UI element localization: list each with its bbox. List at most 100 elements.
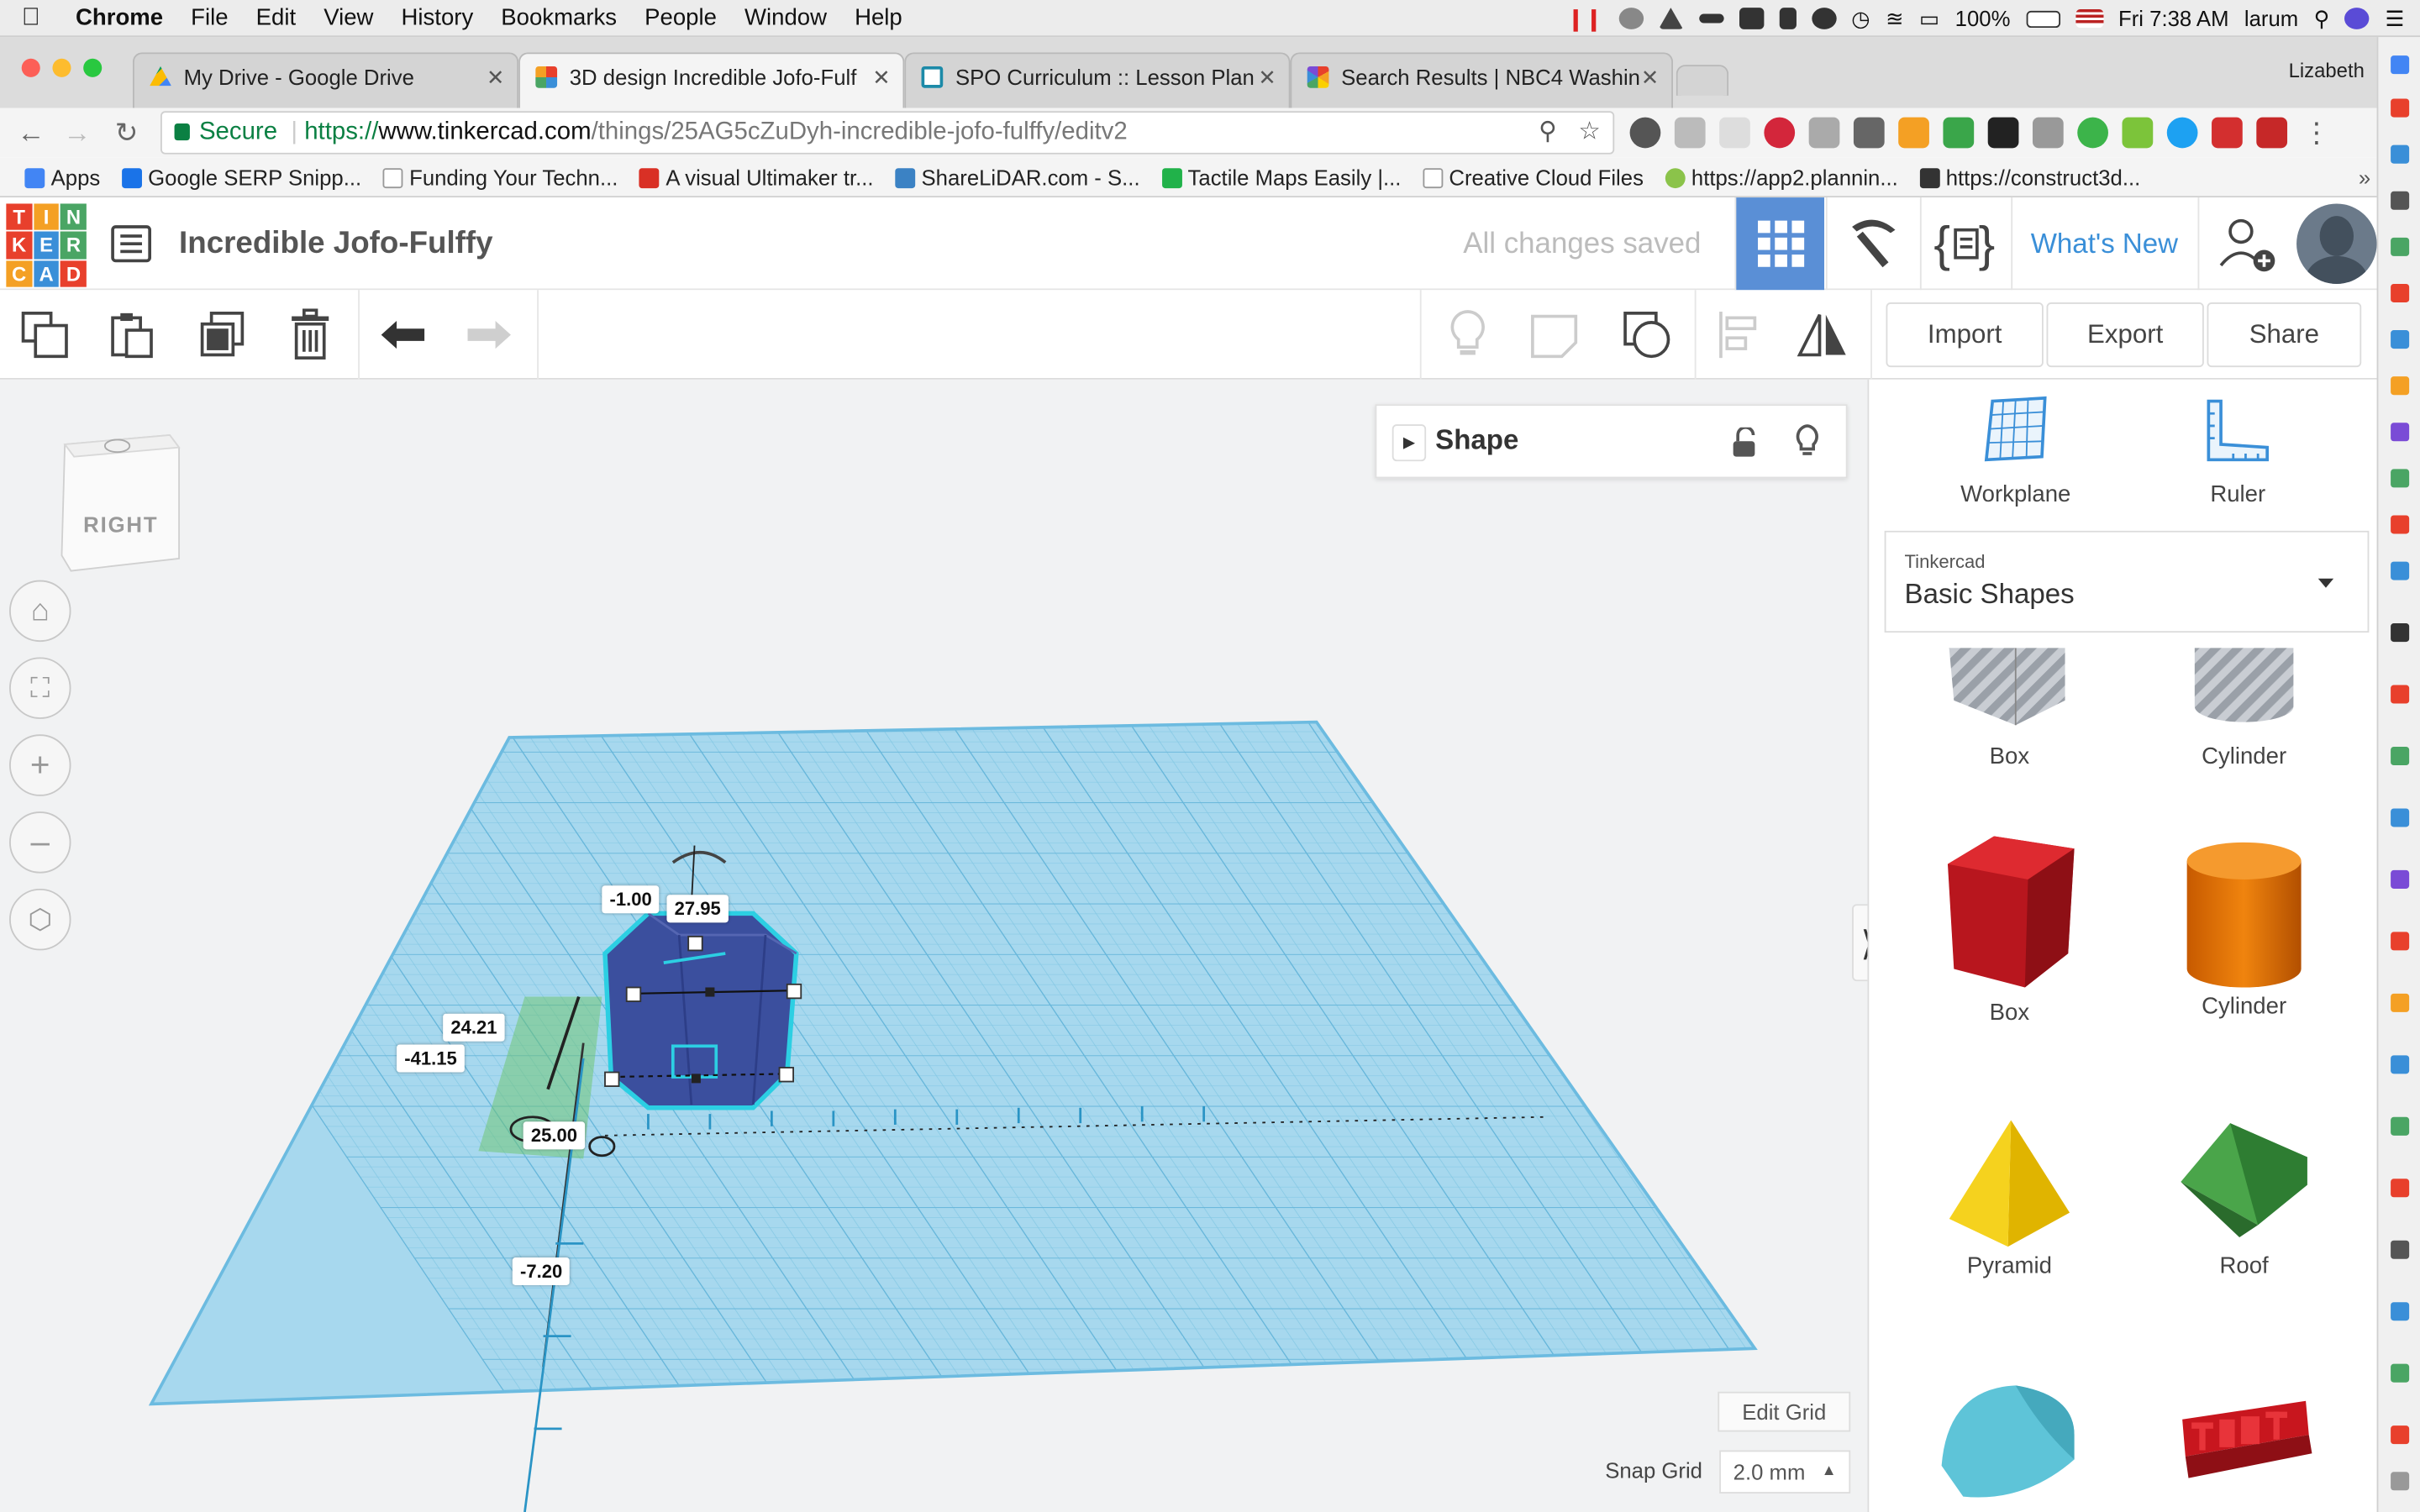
shape-library-select[interactable]: Tinkercad Basic Shapes xyxy=(1884,530,2370,633)
bookmark-funding[interactable]: Funding Your Techn... xyxy=(382,165,618,189)
close-window-button[interactable] xyxy=(21,58,40,77)
siri-icon[interactable] xyxy=(2344,8,2370,29)
address-bar[interactable]: Secure | https://www.tinkercad.com/thing… xyxy=(160,111,1615,155)
download-icon[interactable] xyxy=(2122,117,2154,149)
bookmark-tactile-maps[interactable]: Tactile Maps Easily |... xyxy=(1161,165,1401,189)
tinkercad-logo[interactable]: T I N K E R C A D xyxy=(6,203,87,287)
wifi-icon[interactable]: ≊ xyxy=(1886,5,1904,31)
export-button[interactable]: Export xyxy=(2046,302,2204,368)
rotation-value[interactable]: -1.00 xyxy=(602,885,660,914)
camera-icon[interactable] xyxy=(2032,117,2064,149)
menu-help[interactable]: Help xyxy=(841,5,917,31)
import-button[interactable]: Import xyxy=(1886,302,2044,368)
download-icon[interactable] xyxy=(2077,117,2108,149)
menu-history[interactable]: History xyxy=(387,5,487,31)
whats-new-link[interactable]: What's New xyxy=(2011,197,2196,291)
flag-icon[interactable] xyxy=(2075,9,2103,29)
extension-icon[interactable] xyxy=(2391,932,2410,951)
tab-tinkercad-design[interactable]: 3D design Incredible Jofo-Fulf​ ✕ xyxy=(518,52,905,108)
lock-icon[interactable] xyxy=(1778,8,1797,29)
extension-icon[interactable] xyxy=(1719,117,1750,149)
extension-icon[interactable] xyxy=(1808,117,1840,149)
width-value[interactable]: 25.00 xyxy=(523,1121,586,1150)
menu-app-name[interactable]: Chrome xyxy=(61,5,176,31)
bookmark-construct3d[interactable]: https://construct3d... xyxy=(1919,165,2140,189)
length-value[interactable]: 27.95 xyxy=(666,895,729,923)
extension-icon[interactable] xyxy=(2391,1425,2410,1445)
evernote-extension-icon[interactable] xyxy=(1629,117,1661,149)
shape-cylinder[interactable]: Cylinder xyxy=(2144,839,2344,1020)
airplay-icon[interactable]: ▭ xyxy=(1919,5,1939,31)
group-button[interactable] xyxy=(1621,308,1673,360)
shape-roof[interactable]: Roof xyxy=(2144,1117,2344,1279)
reload-icon[interactable]: ↻ xyxy=(108,114,145,151)
extension-icon[interactable] xyxy=(2391,561,2410,580)
paste-button[interactable] xyxy=(105,308,157,360)
extension-icon[interactable] xyxy=(2391,1472,2410,1491)
close-icon[interactable]: ✕ xyxy=(487,54,505,100)
menu-window[interactable]: Window xyxy=(730,5,840,31)
mirror-button[interactable] xyxy=(1797,308,1849,360)
time-machine-icon[interactable]: ◷ xyxy=(1851,5,1870,31)
menu-edit[interactable]: Edit xyxy=(242,5,310,31)
workplane-canvas[interactable]: RIGHT ⌂ ⛶ + – ⬡ -1.00 27.95 24.21 -41.15… xyxy=(0,379,1868,1512)
pause-icon[interactable]: ❙❙ xyxy=(1566,5,1602,31)
close-icon[interactable]: ✕ xyxy=(1641,54,1660,100)
extension-icon[interactable] xyxy=(2391,1055,2410,1074)
bookmark-sharelidar[interactable]: ShareLiDAR.com - S... xyxy=(895,165,1140,189)
share-button[interactable]: Share xyxy=(2207,302,2362,368)
shape-box-hole[interactable]: Box xyxy=(1909,648,2110,770)
menu-bookmarks[interactable]: Bookmarks xyxy=(487,5,631,31)
clapper-icon[interactable] xyxy=(1739,8,1764,29)
ruler-tool[interactable]: Ruler xyxy=(2138,395,2338,507)
panel-collapse-button[interactable]: ⟩ xyxy=(1852,904,1868,982)
extension-icon[interactable] xyxy=(1943,117,1975,149)
spotlight-search-icon[interactable]: ⚲ xyxy=(2314,5,2330,31)
evernote-icon[interactable] xyxy=(1811,8,1836,29)
menu-view[interactable]: View xyxy=(310,5,387,31)
shape-round-roof[interactable] xyxy=(1909,1373,2110,1512)
design-list-icon[interactable] xyxy=(111,225,151,263)
extension-icon[interactable] xyxy=(2391,869,2410,889)
display-icon[interactable] xyxy=(1698,13,1723,24)
extension-icon[interactable] xyxy=(2391,330,2410,349)
extension-icon[interactable] xyxy=(2391,469,2410,488)
note-button[interactable] xyxy=(1528,308,1580,360)
design-title[interactable]: Incredible Jofo-Fulffy xyxy=(179,227,492,262)
twitter-icon[interactable] xyxy=(2166,117,2198,149)
extension-icon[interactable] xyxy=(2391,98,2410,118)
new-tab-button[interactable] xyxy=(1676,65,1729,96)
bookmark-star-icon[interactable]: ☆ xyxy=(1578,113,1600,153)
align-button[interactable] xyxy=(1713,308,1765,360)
offset-value[interactable]: -7.20 xyxy=(512,1257,571,1285)
snap-grid-select[interactable]: 2.0 mm ▲ xyxy=(1719,1450,1851,1494)
extension-icon[interactable] xyxy=(1898,117,1929,149)
adobe-icon[interactable] xyxy=(2256,117,2288,149)
shape-text[interactable] xyxy=(2144,1389,2344,1497)
extension-icon[interactable] xyxy=(2391,685,2410,704)
extension-icon[interactable] xyxy=(2391,746,2410,766)
tab-google-drive[interactable]: My Drive - Google Drive ✕ xyxy=(132,52,519,108)
edit-grid-button[interactable]: Edit Grid xyxy=(1718,1391,1851,1432)
user-name[interactable]: larum xyxy=(2244,6,2298,30)
forward-icon[interactable]: → xyxy=(59,114,96,151)
extension-icon[interactable] xyxy=(2391,1240,2410,1259)
close-icon[interactable]: ✕ xyxy=(872,54,891,100)
elevation-value[interactable]: -41.15 xyxy=(397,1044,465,1073)
extension-icon[interactable] xyxy=(2391,144,2410,164)
show-hide-button[interactable] xyxy=(1442,308,1494,360)
code-blocks-button[interactable]: {} xyxy=(1919,197,2010,291)
notification-center-icon[interactable]: ☰ xyxy=(2386,5,2405,31)
redo-button[interactable] xyxy=(463,308,515,360)
height-value[interactable]: 24.21 xyxy=(443,1013,505,1042)
clock[interactable]: Fri 7:38 AM xyxy=(2118,6,2228,30)
amazon-icon[interactable] xyxy=(1987,117,2019,149)
invite-user-button[interactable] xyxy=(2197,197,2294,291)
extension-icon[interactable] xyxy=(2391,376,2410,396)
extension-icon[interactable] xyxy=(1853,117,1885,149)
back-icon[interactable]: ← xyxy=(13,114,50,151)
extension-icon[interactable] xyxy=(2391,1302,2410,1321)
extension-icon[interactable] xyxy=(2391,1116,2410,1136)
extension-icon[interactable] xyxy=(2391,423,2410,442)
menu-people[interactable]: People xyxy=(631,5,731,31)
